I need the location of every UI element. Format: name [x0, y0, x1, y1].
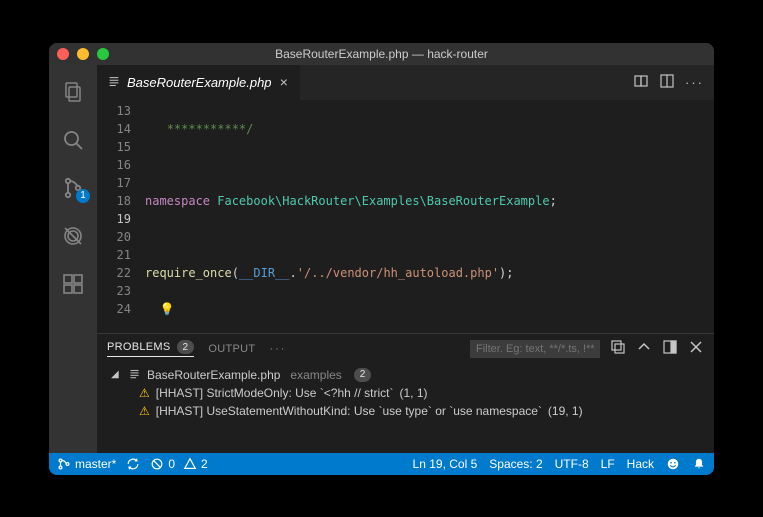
warning-icon: ⚠ [139, 404, 150, 418]
panel-actions [470, 339, 704, 358]
lightbulb-icon[interactable]: 💡 [159, 302, 174, 316]
status-feedback-icon[interactable] [666, 457, 680, 471]
editor-group: BaseRouterExample.php × ··· 13 14 15 16 … [97, 65, 714, 453]
scm-badge: 1 [76, 189, 90, 203]
panel: PROBLEMS 2 OUTPUT ··· ◢ [97, 333, 714, 453]
window-controls [57, 48, 109, 60]
chevron-up-icon[interactable] [636, 339, 652, 358]
status-problems[interactable]: 0 2 [150, 457, 207, 471]
more-actions-icon[interactable]: ··· [685, 75, 704, 90]
status-language[interactable]: Hack [627, 457, 654, 471]
file-icon [107, 75, 121, 89]
toggle-layout-icon[interactable] [662, 339, 678, 358]
problems-file-folder: examples [290, 368, 341, 382]
warning-icon: ⚠ [139, 386, 150, 400]
panel-tab-output[interactable]: OUTPUT [208, 343, 255, 355]
problems-file-count: 2 [354, 368, 372, 382]
status-indent[interactable]: Spaces: 2 [489, 457, 542, 471]
zoom-window-button[interactable] [97, 48, 109, 60]
code-line[interactable]: ***********/ [145, 120, 714, 138]
app-window: BaseRouterExample.php — hack-router 1 [49, 43, 714, 475]
status-encoding[interactable]: UTF-8 [555, 457, 589, 471]
workbench: 1 BaseRouterExample.php × [49, 65, 714, 453]
gutter: 13 14 15 16 17 18 19 20 21 22 23 24 [97, 100, 145, 333]
problems-list: ◢ BaseRouterExample.php examples 2 ⚠ [HH… [97, 364, 714, 453]
panel-tab-more-icon[interactable]: ··· [269, 343, 286, 355]
debug-icon[interactable] [49, 217, 97, 255]
problems-file-row[interactable]: ◢ BaseRouterExample.php examples 2 [105, 366, 706, 384]
code-area[interactable]: ***********/ namespace Facebook\HackRout… [145, 100, 714, 333]
chevron-down-icon: ◢ [111, 369, 121, 380]
extensions-icon[interactable] [49, 265, 97, 303]
search-icon[interactable] [49, 121, 97, 159]
status-sync-icon[interactable] [126, 457, 140, 471]
status-cursor[interactable]: Ln 19, Col 5 [413, 457, 478, 471]
collapse-all-icon[interactable] [610, 339, 626, 358]
filter-input[interactable] [470, 340, 600, 358]
activitybar: 1 [49, 65, 97, 453]
status-eol[interactable]: LF [601, 457, 615, 471]
tabbar: BaseRouterExample.php × ··· [97, 65, 714, 100]
code-line[interactable]: require_once(__DIR__.'/../vendor/hh_auto… [145, 264, 714, 282]
window-title: BaseRouterExample.php — hack-router [49, 47, 714, 61]
explorer-icon[interactable] [49, 73, 97, 111]
panel-tabs: PROBLEMS 2 OUTPUT ··· [97, 334, 714, 364]
close-panel-icon[interactable] [688, 339, 704, 358]
statusbar: master* 0 2 Ln 19, Col 5 Spaces: 2 UTF-8… [49, 453, 714, 475]
code-line[interactable]: namespace Facebook\HackRouter\Examples\B… [145, 192, 714, 210]
problem-item[interactable]: ⚠ [HHAST] StrictModeOnly: Use `<?hh // s… [105, 384, 706, 402]
code-line[interactable]: 💡 [145, 300, 714, 318]
close-window-button[interactable] [57, 48, 69, 60]
editor[interactable]: 13 14 15 16 17 18 19 20 21 22 23 24 ****… [97, 100, 714, 333]
titlebar: BaseRouterExample.php — hack-router [49, 43, 714, 65]
code-line[interactable] [145, 156, 714, 174]
close-tab-icon[interactable]: × [278, 74, 290, 90]
problem-item[interactable]: ⚠ [HHAST] UseStatementWithoutKind: Use `… [105, 402, 706, 420]
tab-active[interactable]: BaseRouterExample.php × [97, 65, 301, 100]
tab-label: BaseRouterExample.php [127, 75, 272, 90]
status-bell-icon[interactable] [692, 457, 706, 471]
minimize-window-button[interactable] [77, 48, 89, 60]
tab-actions: ··· [633, 65, 714, 100]
status-branch[interactable]: master* [57, 457, 116, 471]
split-editor-icon[interactable] [659, 73, 675, 92]
file-icon [127, 368, 141, 381]
problems-file-name: BaseRouterExample.php [147, 368, 280, 382]
panel-tab-problems[interactable]: PROBLEMS 2 [107, 340, 194, 357]
code-line[interactable] [145, 228, 714, 246]
source-control-icon[interactable]: 1 [49, 169, 97, 207]
compare-icon[interactable] [633, 73, 649, 92]
